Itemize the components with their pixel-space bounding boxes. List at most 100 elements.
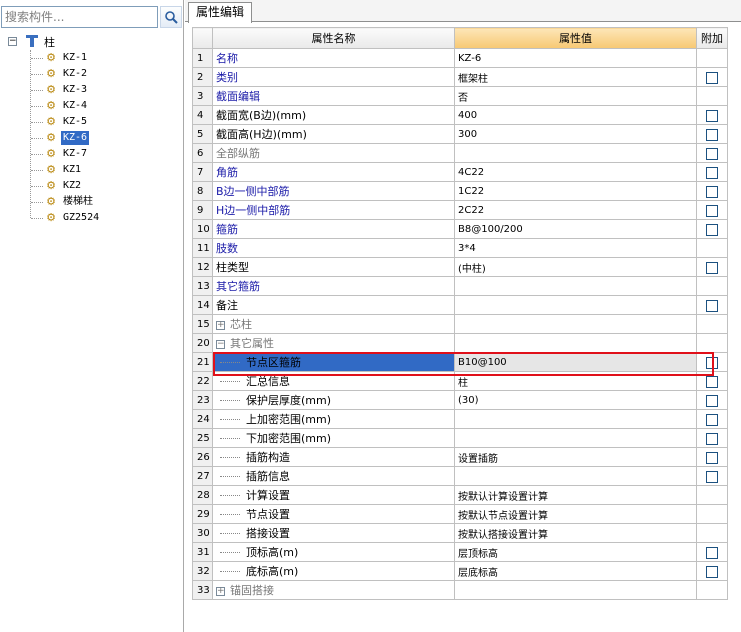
attach-cell[interactable] [696,409,728,429]
property-row[interactable]: 30 搭接设置 按默认搭接设置计算 [192,523,728,543]
attach-checkbox[interactable] [706,166,718,179]
tree-item[interactable]: ⚙ KZ1 [0,162,184,178]
search-input[interactable]: 搜索构件... [1,6,158,28]
property-value-cell[interactable]: 2C22 [454,200,697,220]
property-value-cell[interactable] [454,466,697,486]
property-name-cell[interactable]: 插筋构造 [212,447,455,467]
attach-cell[interactable] [696,257,728,277]
attach-cell[interactable] [696,466,728,486]
property-name-cell[interactable]: 名称 [212,48,455,68]
property-value-cell[interactable] [454,295,697,315]
property-row[interactable]: 6 全部纵筋 [192,143,728,163]
property-row[interactable]: 23 保护层厚度(mm) (30) [192,390,728,410]
property-row[interactable]: 22 汇总信息 柱 [192,371,728,391]
attach-checkbox[interactable] [706,546,718,559]
property-value-cell[interactable]: 3*4 [454,238,697,258]
attach-cell[interactable] [696,162,728,182]
property-name-cell[interactable]: 全部纵筋 [212,143,455,163]
tree-item[interactable]: ⚙ KZ2 [0,178,184,194]
property-value-cell[interactable] [454,276,697,296]
property-row[interactable]: 31 顶标高(m) 层顶标高 [192,542,728,562]
attach-cell[interactable] [696,542,728,562]
tree-root-column[interactable]: − 柱 [0,33,184,50]
property-row[interactable]: 9 H边一侧中部筋 2C22 [192,200,728,220]
property-value-cell[interactable] [454,409,697,429]
property-value-cell[interactable]: KZ-6 [454,48,697,68]
property-row[interactable]: 15 + 芯柱 [192,314,728,334]
property-row[interactable]: 32 底标高(m) 层底标高 [192,561,728,581]
property-name-cell[interactable]: 箍筋 [212,219,455,239]
property-row[interactable]: 10 箍筋 B8@100/200 [192,219,728,239]
property-row[interactable]: 8 B边一侧中部筋 1C22 [192,181,728,201]
attach-checkbox[interactable] [706,394,718,407]
attach-cell[interactable] [696,181,728,201]
property-row[interactable]: 3 截面编辑 否 [192,86,728,106]
property-value-cell[interactable]: 柱 [454,371,697,391]
property-row[interactable]: 21 节点区箍筋 B10@100 [192,352,728,372]
property-name-cell[interactable]: + 芯柱 [212,314,455,334]
property-row[interactable]: 25 下加密范围(mm) [192,428,728,448]
property-row[interactable]: 11 肢数 3*4 [192,238,728,258]
property-value-cell[interactable] [454,428,697,448]
attach-cell[interactable] [696,124,728,144]
attach-cell[interactable] [696,447,728,467]
property-value-cell[interactable] [454,314,697,334]
property-name-cell[interactable]: 其它箍筋 [212,276,455,296]
property-value-cell[interactable]: 按默认计算设置计算 [454,485,697,505]
property-row[interactable]: 1 名称 KZ-6 [192,48,728,68]
property-name-cell[interactable]: 节点设置 [212,504,455,524]
attach-checkbox[interactable] [706,71,718,84]
property-value-cell[interactable]: 设置插筋 [454,447,697,467]
attach-checkbox[interactable] [706,261,718,274]
property-name-cell[interactable]: 备注 [212,295,455,315]
property-row[interactable]: 5 截面高(H边)(mm) 300 [192,124,728,144]
property-value-cell[interactable]: 1C22 [454,181,697,201]
tab-property-edit[interactable]: 属性编辑 [188,2,253,23]
attach-cell[interactable] [696,390,728,410]
property-row[interactable]: 33 + 锚固搭接 [192,580,728,600]
attach-checkbox[interactable] [706,565,718,578]
property-row[interactable]: 2 类别 框架柱 [192,67,728,87]
property-value-cell[interactable]: 框架柱 [454,67,697,87]
tree-item[interactable]: ⚙ 楼梯柱 [0,194,184,210]
property-name-cell[interactable]: 截面高(H边)(mm) [212,124,455,144]
property-name-cell[interactable]: 插筋信息 [212,466,455,486]
tree-item[interactable]: ⚙ KZ-4 [0,98,184,114]
property-name-cell[interactable]: 保护层厚度(mm) [212,390,455,410]
property-value-cell[interactable] [454,333,697,353]
property-name-cell[interactable]: 肢数 [212,238,455,258]
property-name-cell[interactable]: 柱类型 [212,257,455,277]
property-row[interactable]: 14 备注 [192,295,728,315]
property-name-cell[interactable]: 类别 [212,67,455,87]
attach-checkbox[interactable] [706,356,718,369]
search-button[interactable] [160,6,182,28]
property-name-cell[interactable]: 截面编辑 [212,86,455,106]
property-name-cell[interactable]: + 锚固搭接 [212,580,455,600]
tree-item[interactable]: ⚙ GZ2524 [0,210,184,226]
property-row[interactable]: 26 插筋构造 设置插筋 [192,447,728,467]
property-row[interactable]: 7 角筋 4C22 [192,162,728,182]
attach-cell[interactable] [696,352,728,372]
property-value-cell[interactable]: 层顶标高 [454,542,697,562]
property-value-cell[interactable]: 否 [454,86,697,106]
attach-checkbox[interactable] [706,413,718,426]
property-row[interactable]: 13 其它箍筋 [192,276,728,296]
attach-checkbox[interactable] [706,451,718,464]
property-value-cell[interactable]: (中柱) [454,257,697,277]
property-name-cell[interactable]: 节点区箍筋 [212,352,455,372]
property-name-cell[interactable]: 上加密范围(mm) [212,409,455,429]
property-row[interactable]: 24 上加密范围(mm) [192,409,728,429]
collapse-toggle[interactable]: − [8,37,17,46]
attach-cell[interactable] [696,105,728,125]
tree-item[interactable]: ⚙ KZ-5 [0,114,184,130]
property-name-cell[interactable]: 汇总信息 [212,371,455,391]
attach-checkbox[interactable] [706,147,718,160]
tree-item[interactable]: ⚙ KZ-3 [0,82,184,98]
attach-checkbox[interactable] [706,375,718,388]
attach-cell[interactable] [696,428,728,448]
property-row[interactable]: 27 插筋信息 [192,466,728,486]
attach-checkbox[interactable] [706,432,718,445]
property-row[interactable]: 4 截面宽(B边)(mm) 400 [192,105,728,125]
property-row[interactable]: 20− 其它属性 [192,333,728,353]
property-row[interactable]: 29 节点设置 按默认节点设置计算 [192,504,728,524]
